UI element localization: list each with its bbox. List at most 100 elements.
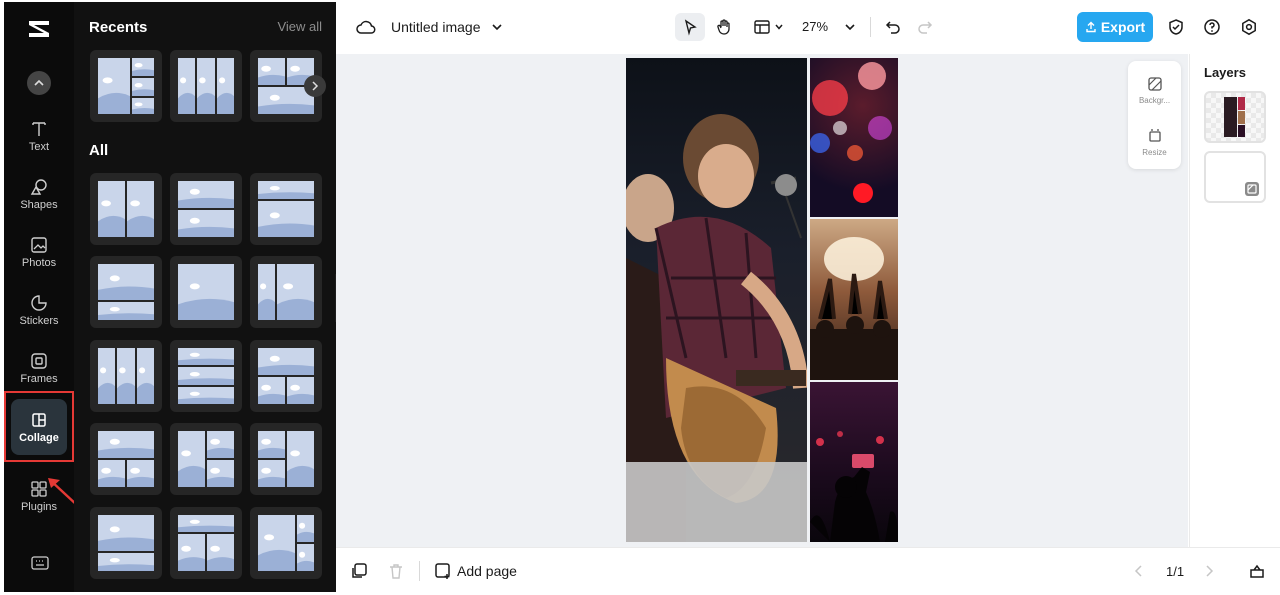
redo-icon [918,21,933,34]
app-window: Text Shapes Photos Stickers Frames Colla… [0,0,1280,595]
collage-template-thumbnail [178,264,234,320]
collage-template[interactable] [250,340,322,412]
collage-highlight-box [4,391,74,462]
select-tool-button[interactable] [675,13,705,41]
collage-template[interactable] [170,507,242,579]
gear-icon [1242,18,1256,36]
photo-icon [31,236,47,253]
collage-template[interactable] [170,340,242,412]
collage-template[interactable] [90,423,162,495]
layer-item-background[interactable] [1204,151,1266,203]
resize-icon [1148,128,1161,142]
rail-item-frames[interactable]: Frames [4,341,74,395]
add-page-icon[interactable] [434,562,452,580]
resize-tool-label: Resize [1142,147,1167,157]
collage-template[interactable] [250,173,322,245]
background-tool-label: Backgr... [1138,95,1171,105]
help-button[interactable] [1199,13,1225,41]
toolbar-divider [870,17,871,37]
collage-template[interactable] [250,507,322,579]
help-icon [1204,19,1220,35]
collage-photo-bokeh[interactable] [810,58,898,217]
collage-template-thumbnail [178,181,234,237]
trash-icon[interactable] [387,562,405,580]
recent-template-2[interactable] [170,50,242,122]
chevron-up-icon [34,79,44,86]
frame-icon [31,352,47,369]
collage-template[interactable] [250,256,322,328]
rail-item-label: Frames [20,372,58,385]
document-title[interactable]: Untitled image [391,19,481,35]
collage-template-thumbnail [98,348,154,404]
next-page-icon[interactable] [1200,562,1218,580]
collapse-up-button[interactable] [27,71,51,95]
export-button[interactable]: Export [1077,12,1153,42]
collage-template[interactable] [90,340,162,412]
collage-template-thumbnail [258,431,314,487]
collage-template[interactable] [90,173,162,245]
rail-item-photos[interactable]: Photos [4,225,74,279]
view-all-link[interactable]: View all [277,19,322,34]
chevron-down-icon[interactable] [490,20,504,34]
hand-icon [717,19,730,35]
top-toolbar: Untitled image 27% Export [336,0,1280,54]
rail-item-shapes[interactable]: Shapes [4,167,74,221]
zoom-level[interactable]: 27% [802,19,828,34]
export-label: Export [1100,19,1146,35]
collage-template-thumbnail [258,181,314,237]
upload-icon [1086,21,1096,33]
phone-recording-photo-icon [810,431,898,542]
collage-template[interactable] [90,507,162,579]
settings-button[interactable] [1236,13,1262,41]
collage-template[interactable] [170,256,242,328]
all-heading: All [89,142,109,159]
rail-item-text[interactable]: Text [4,109,74,163]
collage-panel: Recents View all All [74,2,336,592]
layer-collage-thumbnail [1224,97,1245,137]
page-panel-toggle-icon[interactable] [1248,562,1266,580]
resize-tool-button[interactable]: Resize [1128,119,1181,165]
shapes-icon [30,178,47,195]
capcut-logo-icon[interactable] [26,16,52,42]
bokeh-lights-photo-icon [810,62,892,203]
collage-template-thumbnail [178,348,234,404]
undo-button[interactable] [880,13,906,41]
shield-button[interactable] [1163,13,1189,41]
collage-template[interactable] [90,256,162,328]
cloud-icon[interactable] [356,18,376,36]
collage-photo-guitarist[interactable] [626,58,807,542]
hand-tool-button[interactable] [709,13,739,41]
recent-template-1[interactable] [90,50,162,122]
collage-photo-phone-recording[interactable] [810,382,898,542]
chevron-down-icon [774,24,783,30]
collage-template-thumbnail [178,58,234,114]
collage-template[interactable] [170,173,242,245]
collage-template[interactable] [250,423,322,495]
floating-toolbar: Backgr... Resize [1128,61,1181,169]
layout-dropdown-button[interactable] [748,13,788,41]
concert-crowd-photo-icon [810,237,898,380]
undo-icon [885,21,900,34]
collage-template-thumbnail [258,348,314,404]
cursor-arrow-icon [684,19,697,36]
collage-template[interactable] [170,423,242,495]
rail-item-stickers[interactable]: Stickers [4,283,74,337]
layer-item-collage[interactable] [1204,91,1266,143]
rail-item-label: Shapes [20,198,58,211]
sticker-icon [31,294,47,311]
add-page-button[interactable]: Add page [457,563,517,579]
canvas-area[interactable] [336,54,1188,547]
duplicate-page-icon[interactable] [350,562,368,580]
collage-photo-concert-crowd[interactable] [810,219,898,380]
bottom-toolbar: Add page 1/1 [336,547,1280,593]
previous-page-icon[interactable] [1130,562,1148,580]
redo-button[interactable] [912,13,938,41]
collage-template-thumbnail [98,515,154,571]
background-tool-button[interactable]: Backgr... [1128,67,1181,113]
recents-next-button[interactable] [304,75,326,97]
keyboard-shortcuts-icon[interactable] [30,553,50,573]
zoom-chevron-down-icon[interactable] [844,21,856,33]
chevron-right-icon [312,81,319,91]
rail-item-label: Photos [21,256,57,269]
page-indicator: 1/1 [1166,564,1185,579]
